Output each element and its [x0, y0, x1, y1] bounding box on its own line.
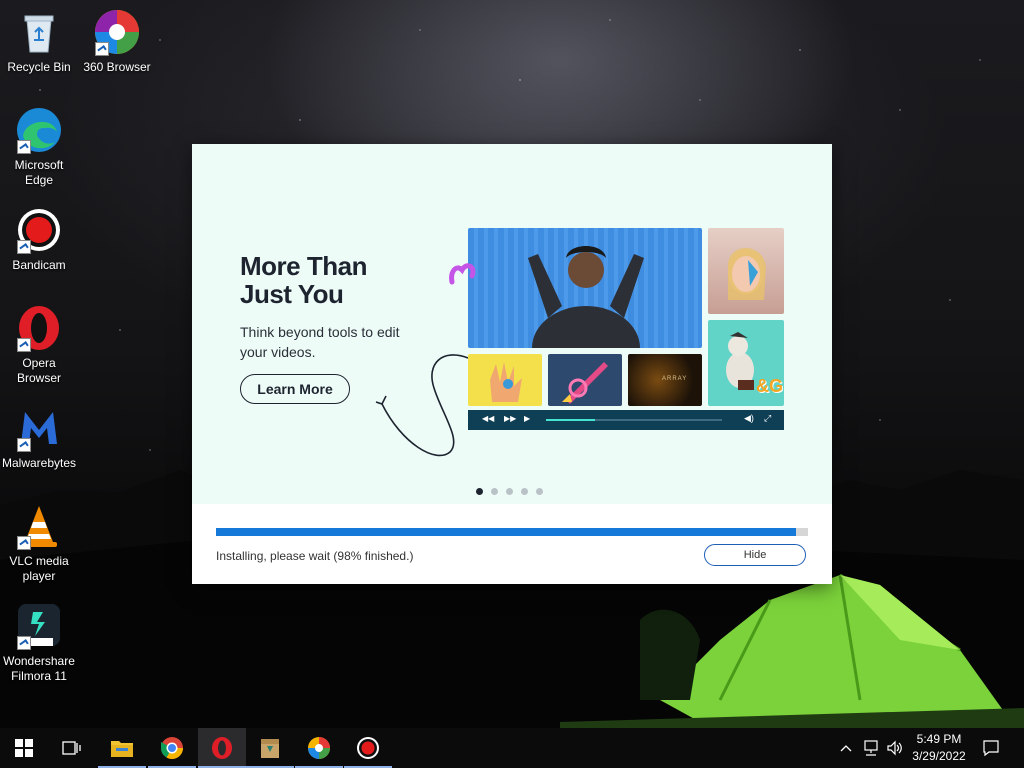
desktop-icon-bandicam[interactable]: Bandicam [1, 206, 77, 273]
preview-collage: ARRAY &G! ◀◀ ▶▶ ▶ ◀) ⤢ [449, 228, 786, 434]
task-view-icon [62, 741, 81, 755]
install-status-text: Installing, please wait (98% finished.) [216, 549, 414, 563]
bandicam-icon [15, 206, 63, 254]
desktop-icon-label: Wondershare Filmora 11 [3, 654, 75, 683]
network-icon [864, 740, 878, 756]
tray-network[interactable] [860, 728, 882, 768]
desktop-icon-label: Recycle Bin [7, 60, 71, 74]
desktop-icon-label: 360 Browser [83, 60, 151, 74]
install-progress-fill [216, 528, 797, 536]
chevron-up-icon [840, 745, 852, 752]
preview-rocket-thumb [548, 354, 622, 406]
taskbar-clock[interactable]: 5:49 PM 3/29/2022 [900, 731, 978, 765]
opera-icon [212, 737, 232, 759]
desktop-icon-microsoft-edge[interactable]: Microsoft Edge [1, 106, 77, 188]
360-browser-icon [308, 737, 330, 759]
desktop-icon-label: VLC media player [9, 554, 69, 583]
seek-bar[interactable] [546, 419, 722, 421]
play-icon[interactable]: ▶ [524, 414, 530, 423]
desktop-icon-opera-browser[interactable]: Opera Browser [1, 304, 77, 386]
clock-date: 3/29/2022 [912, 749, 966, 763]
promo-headline: More Than Just You [240, 252, 367, 308]
carousel-dot[interactable] [536, 488, 543, 495]
sticker-decoration [448, 260, 478, 286]
carousel-dot[interactable] [506, 488, 513, 495]
start-button[interactable] [0, 728, 48, 768]
desktop-icon-wondershare-filmora[interactable]: Wondershare Filmora 11 [1, 602, 77, 684]
carousel-dot[interactable] [521, 488, 528, 495]
learn-more-button[interactable]: Learn More [240, 374, 350, 404]
taskbar-360-browser[interactable] [295, 728, 343, 768]
desktop-icon-label: Bandicam [12, 258, 66, 272]
install-progress-bar [216, 528, 808, 536]
action-center-button[interactable] [980, 728, 1002, 768]
notification-icon [983, 740, 999, 757]
carousel-dots [476, 488, 543, 495]
installer-icon [261, 739, 279, 758]
chrome-icon [161, 737, 183, 759]
tray-overflow-chevron[interactable] [836, 728, 856, 768]
desktop-icon-vlc-media-player[interactable]: VLC media player [1, 502, 77, 584]
task-view-button[interactable] [48, 728, 96, 768]
preview-face-paint-thumb [708, 228, 784, 314]
recycle-bin-icon [15, 8, 63, 56]
edge-icon [15, 106, 63, 154]
decorative-arrow [375, 354, 469, 457]
fullscreen-icon[interactable]: ⤢ [764, 413, 771, 424]
taskbar-opera[interactable] [198, 728, 246, 768]
promo-headline-line-1: More Than [240, 251, 367, 281]
360-browser-icon [93, 8, 141, 56]
preview-thumb-text: ARRAY [662, 376, 688, 382]
desktop-icon-label: Opera Browser [16, 356, 61, 385]
preview-hand-thumb [468, 354, 542, 406]
desktop-icon-360-browser[interactable]: 360 Browser [79, 8, 155, 75]
volume-icon[interactable]: ◀) [744, 413, 754, 424]
installer-window: More Than Just You Think beyond tools to… [192, 144, 832, 584]
hide-button[interactable]: Hide [704, 544, 806, 566]
windows-icon [15, 739, 33, 757]
desktop-icon-malwarebytes[interactable]: Malwarebytes [1, 404, 77, 471]
rewind-icon[interactable]: ◀◀ [482, 414, 494, 423]
taskbar-file-explorer[interactable] [98, 728, 146, 768]
preview-sticker-text: &G! [756, 376, 784, 396]
taskbar: 5:49 PM 3/29/2022 [0, 728, 1024, 768]
promo-headline-line-2: Just You [240, 279, 344, 309]
preview-cat-thumb: &G! [708, 320, 784, 406]
taskbar-bandicam[interactable] [344, 728, 392, 768]
carousel-dot[interactable] [476, 488, 483, 495]
preview-main-video [468, 228, 702, 348]
vlc-icon [15, 502, 63, 550]
clock-time: 5:49 PM [916, 732, 962, 746]
desktop-icon-label: Malwarebytes [1, 456, 77, 470]
taskbar-chrome[interactable] [148, 728, 196, 768]
preview-sparkle-thumb: ARRAY [628, 354, 702, 406]
desktop-icon-label: Microsoft Edge [14, 158, 64, 187]
malwarebytes-icon [15, 404, 63, 452]
folder-icon [111, 741, 133, 757]
desktop-icon-recycle-bin[interactable]: Recycle Bin [1, 8, 77, 75]
step-icon[interactable]: ▶▶ [504, 414, 516, 423]
opera-icon [15, 304, 63, 352]
bandicam-icon [357, 737, 379, 759]
taskbar-filmora-installer[interactable] [246, 728, 294, 768]
video-player-controls: ◀◀ ▶▶ ▶ ◀) ⤢ [468, 410, 784, 430]
filmora-icon [15, 602, 63, 650]
carousel-dot[interactable] [491, 488, 498, 495]
